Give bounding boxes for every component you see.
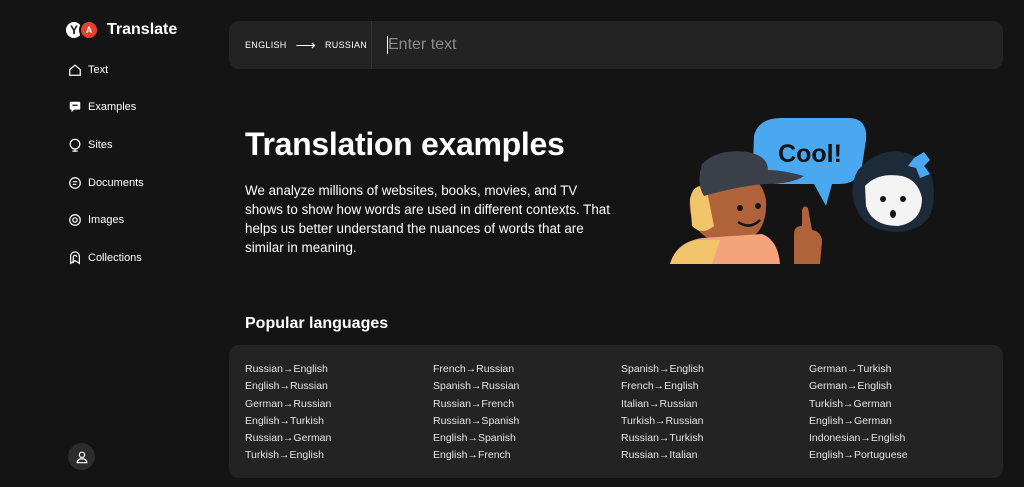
language-pair-link[interactable]: Indonesian→English [809, 430, 908, 447]
sidebar-item-documents[interactable]: Documents [68, 173, 144, 192]
user-icon [76, 451, 87, 463]
examples-illustration: Cool! [670, 118, 934, 264]
sidebar-item-label: Text [88, 63, 109, 76]
sidebar-nav: Text Examples Sites Documents Images Col… [68, 60, 144, 286]
language-pair-link[interactable]: English→Turkish [245, 413, 331, 430]
home-icon [69, 63, 81, 76]
language-pair-link[interactable]: English→German [809, 413, 908, 430]
sidebar-item-images[interactable]: Images [68, 211, 144, 230]
sidebar-item-label: Images [88, 214, 125, 227]
language-pair-column: Russian→English English→Russian German→R… [245, 361, 331, 465]
direction-arrow-icon: ⟶ [295, 36, 316, 53]
language-pair-link[interactable]: Russian→Turkish [621, 430, 704, 447]
language-pair-link[interactable]: French→English [621, 378, 704, 395]
language-pair-column: Spanish→English French→English Italian→R… [621, 361, 704, 465]
source-language[interactable]: ENGLISH [245, 40, 287, 50]
sidebar-item-label: Collections [88, 251, 142, 264]
language-pair-link[interactable]: Italian→Russian [621, 396, 704, 413]
app-title: Translate [107, 21, 178, 38]
user-avatar-button[interactable] [68, 443, 95, 470]
speech-bubble-text: Cool! [778, 140, 842, 168]
globe-icon [69, 138, 81, 152]
language-pair-link[interactable]: German→Turkish [809, 361, 908, 378]
translate-search-bar: ENGLISH ⟶ RUSSIAN [229, 21, 1003, 69]
sidebar-item-sites[interactable]: Sites [68, 135, 144, 154]
bookmark-icon [70, 251, 80, 265]
language-pair-link[interactable]: German→English [809, 378, 908, 395]
popular-languages-heading: Popular languages [245, 315, 389, 332]
sidebar-item-collections[interactable]: Collections [68, 248, 144, 267]
language-pair-link[interactable]: English→French [433, 447, 519, 464]
sidebar-item-examples[interactable]: Examples [68, 98, 144, 117]
language-pair-link[interactable]: German→Russian [245, 396, 331, 413]
language-pair-link[interactable]: English→Spanish [433, 430, 519, 447]
language-pair-link[interactable]: Russian→French [433, 396, 519, 413]
document-icon [69, 176, 81, 189]
target-language[interactable]: RUSSIAN [325, 40, 367, 50]
language-pair-link[interactable]: Russian→German [245, 430, 331, 447]
translate-logo-icon: A [79, 20, 99, 40]
language-pair-link[interactable]: Russian→Italian [621, 447, 704, 464]
image-icon [69, 214, 81, 227]
page-title: Translation examples [245, 126, 565, 162]
language-pair-link[interactable]: Russian→Spanish [433, 413, 519, 430]
examples-icon [69, 101, 81, 113]
language-pair-link[interactable]: Spanish→English [621, 361, 704, 378]
app-logo[interactable]: Y A Translate [66, 19, 177, 41]
language-pair-link[interactable]: Turkish→Russian [621, 413, 704, 430]
language-pair-link[interactable]: Spanish→Russian [433, 378, 519, 395]
page-description: We analyze millions of websites, books, … [245, 183, 610, 255]
sidebar-item-text[interactable]: Text [68, 60, 144, 79]
language-selector[interactable]: ENGLISH ⟶ RUSSIAN [229, 21, 372, 69]
language-pair-link[interactable]: French→Russian [433, 361, 519, 378]
search-input[interactable] [386, 35, 970, 55]
language-pair-link[interactable]: Turkish→German [809, 396, 908, 413]
sidebar-item-label: Documents [88, 176, 144, 189]
sidebar-item-label: Sites [88, 138, 113, 151]
language-pair-link[interactable]: English→Russian [245, 378, 331, 395]
language-pair-column: German→Turkish German→English Turkish→Ge… [809, 361, 908, 465]
text-caret [387, 36, 388, 54]
sidebar-item-label: Examples [88, 101, 137, 114]
language-pair-link[interactable]: English→Portuguese [809, 447, 908, 464]
language-pair-column: French→Russian Spanish→Russian Russian→F… [433, 361, 519, 465]
language-pair-link[interactable]: Turkish→English [245, 447, 331, 464]
language-pair-link[interactable]: Russian→English [245, 361, 331, 378]
popular-languages-panel: Russian→English English→Russian German→R… [229, 345, 1003, 478]
